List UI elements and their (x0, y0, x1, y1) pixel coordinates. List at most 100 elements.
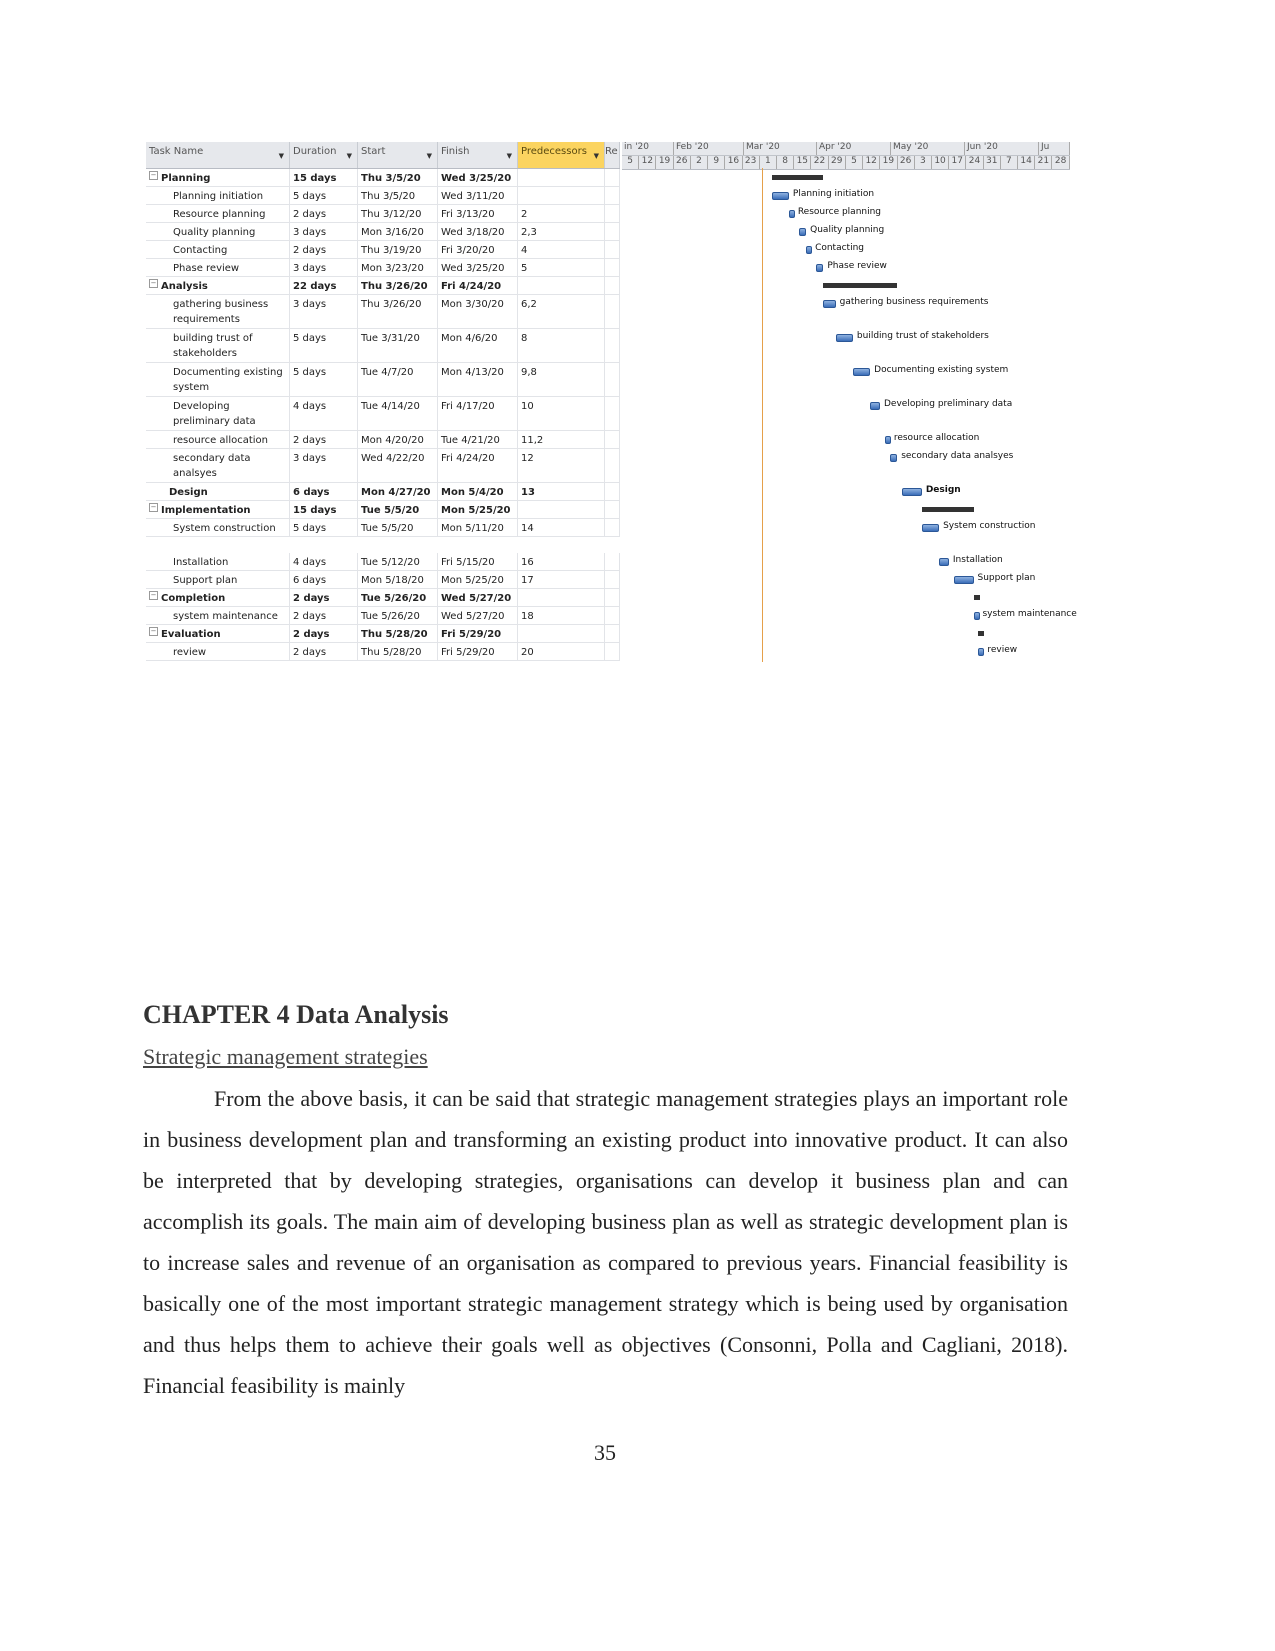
collapse-toggle-icon[interactable]: − (149, 591, 158, 600)
cell-duration: 2 days (290, 643, 358, 660)
table-row[interactable]: Quality planning 3 days Mon 3/16/20 Wed 3/1… (146, 223, 620, 241)
task-bar[interactable] (823, 300, 836, 308)
table-row[interactable]: Contacting 2 days Thu 3/19/20 Fri 3/20/20 4 (146, 241, 620, 259)
cell-finish: Wed 3/25/20 (438, 259, 518, 276)
cell-duration: 4 days (290, 553, 358, 570)
bar-label: Planning initiation (792, 189, 875, 199)
collapse-toggle-icon[interactable]: − (149, 171, 158, 180)
table-row[interactable]: Support plan 6 days Mon 5/18/20 Mon 5/25/20… (146, 571, 620, 589)
cell-duration: 15 days (290, 501, 358, 518)
table-row[interactable]: Phase review 3 days Mon 3/23/20 Wed 3/25/20… (146, 259, 620, 277)
table-row[interactable]: − Implementation 15 days Tue 5/5/20 Mon 5/25… (146, 501, 620, 519)
table-row[interactable]: Installation 4 days Tue 5/12/20 Fri 5/15/20… (146, 553, 620, 571)
cell-pred: 14 (518, 519, 605, 536)
task-bar[interactable] (788, 210, 795, 218)
dropdown-arrow-icon[interactable]: ▼ (347, 152, 352, 160)
cell-start: Tue 5/26/20 (358, 607, 438, 624)
week-label: 9 (708, 156, 726, 169)
cell-pred: 16 (518, 553, 605, 570)
col-duration[interactable]: Duration ▼ (290, 142, 358, 168)
task-bar[interactable] (889, 454, 898, 462)
dropdown-arrow-icon[interactable]: ▼ (427, 152, 432, 160)
task-bar[interactable] (978, 648, 985, 656)
task-name: Analysis (161, 281, 208, 292)
table-row[interactable]: Resource planning 2 days Thu 3/12/20 Fri 3/… (146, 205, 620, 223)
table-row[interactable]: − Completion 2 days Tue 5/26/20 Wed 5/27/20 (146, 589, 620, 607)
cell-resource (605, 169, 620, 186)
cell-start: Thu 3/26/20 (358, 277, 438, 294)
cell-resource (605, 277, 620, 294)
cell-start: Thu 3/12/20 (358, 205, 438, 222)
cell-start: Thu 3/5/20 (358, 187, 438, 204)
chapter-heading: CHAPTER 4 Data Analysis (143, 1000, 449, 1029)
task-bar[interactable] (771, 192, 789, 200)
cell-start: Tue 5/26/20 (358, 589, 438, 606)
week-label: 26 (674, 156, 691, 169)
table-row[interactable]: − Analysis 22 days Thu 3/26/20 Fri 4/24/20 (146, 277, 620, 295)
task-bar[interactable] (939, 558, 949, 566)
task-bar[interactable] (902, 488, 922, 496)
task-bar[interactable] (921, 524, 940, 532)
table-row[interactable]: building trust of stakeholders 5 days Tue … (146, 329, 620, 363)
summary-bar[interactable] (771, 175, 824, 180)
table-row[interactable]: Developing preliminary data 4 days Tue 4/1… (146, 397, 620, 431)
dropdown-arrow-icon[interactable]: ▼ (279, 152, 284, 160)
body-paragraph: From the above basis, it can be said tha… (143, 1086, 1068, 1398)
col-resource[interactable]: Re (605, 142, 620, 168)
summary-bar[interactable] (973, 595, 980, 600)
cell-duration: 6 days (290, 483, 358, 500)
task-bar[interactable] (815, 264, 824, 272)
cell-name: system maintenance (146, 607, 290, 624)
table-row[interactable]: secondary data analsyes 3 days Wed 4/22/20… (146, 449, 620, 483)
task-bar[interactable] (835, 334, 853, 342)
table-row[interactable]: Documenting existing system 5 days Tue 4/7… (146, 363, 620, 397)
month-label: May '20 (891, 142, 965, 155)
collapse-toggle-icon[interactable]: − (149, 279, 158, 288)
task-bar[interactable] (852, 368, 871, 376)
task-name: Evaluation (161, 629, 221, 640)
cell-duration: 2 days (290, 241, 358, 258)
cell-pred: 17 (518, 571, 605, 588)
dropdown-arrow-icon[interactable]: ▼ (594, 152, 599, 160)
task-bar[interactable] (798, 228, 807, 236)
collapse-toggle-icon[interactable]: − (149, 503, 158, 512)
cell-name: secondary data analsyes (146, 449, 290, 482)
summary-bar[interactable] (978, 631, 985, 636)
task-bar[interactable] (953, 576, 974, 584)
table-row[interactable]: Design 6 days Mon 4/27/20 Mon 5/4/20 13 (146, 483, 620, 501)
task-name: Implementation (161, 505, 251, 516)
cell-pred: 2 (518, 205, 605, 222)
table-row[interactable]: system maintenance 2 days Tue 5/26/20 Wed 5… (146, 607, 620, 625)
week-label: 29 (829, 156, 846, 169)
task-bar[interactable] (884, 436, 891, 444)
week-label: 28 (1052, 156, 1070, 169)
table-row[interactable]: gathering business requirements 3 days Thu… (146, 295, 620, 329)
cell-resource (605, 241, 620, 258)
col-start[interactable]: Start ▼ (358, 142, 438, 168)
collapse-toggle-icon[interactable]: − (149, 627, 158, 636)
cell-start: Thu 5/28/20 (358, 643, 438, 660)
cell-pred: 8 (518, 329, 605, 362)
task-bar[interactable] (973, 612, 980, 620)
task-bar[interactable] (870, 402, 880, 410)
cell-finish: Mon 5/4/20 (438, 483, 518, 500)
week-label: 21 (1035, 156, 1053, 169)
summary-bar[interactable] (921, 507, 974, 512)
cell-duration: 3 days (290, 449, 358, 482)
table-row[interactable]: review 2 days Thu 5/28/20 Fri 5/29/20 20 (146, 643, 620, 661)
summary-bar[interactable] (823, 283, 898, 288)
cell-finish: Wed 3/25/20 (438, 169, 518, 186)
col-task-name[interactable]: Task Name ▼ (146, 142, 290, 168)
table-row[interactable]: resource allocation 2 days Mon 4/20/20 Tue … (146, 431, 620, 449)
table-row[interactable]: System construction 5 days Tue 5/5/20 Mon 5… (146, 519, 620, 537)
task-bar[interactable] (806, 246, 813, 254)
col-predecessors[interactable]: Predecessors ▼ (518, 142, 605, 168)
week-label: 8 (777, 156, 795, 169)
col-finish[interactable]: Finish ▼ (438, 142, 518, 168)
table-row[interactable]: − Planning 15 days Thu 3/5/20 Wed 3/25/20 (146, 169, 620, 187)
dropdown-arrow-icon[interactable]: ▼ (507, 152, 512, 160)
table-row[interactable]: Planning initiation 5 days Thu 3/5/20 Wed 3… (146, 187, 620, 205)
cell-finish: Fri 5/29/20 (438, 625, 518, 642)
table-row[interactable]: − Evaluation 2 days Thu 5/28/20 Fri 5/29/20 (146, 625, 620, 643)
cell-resource (605, 329, 620, 362)
